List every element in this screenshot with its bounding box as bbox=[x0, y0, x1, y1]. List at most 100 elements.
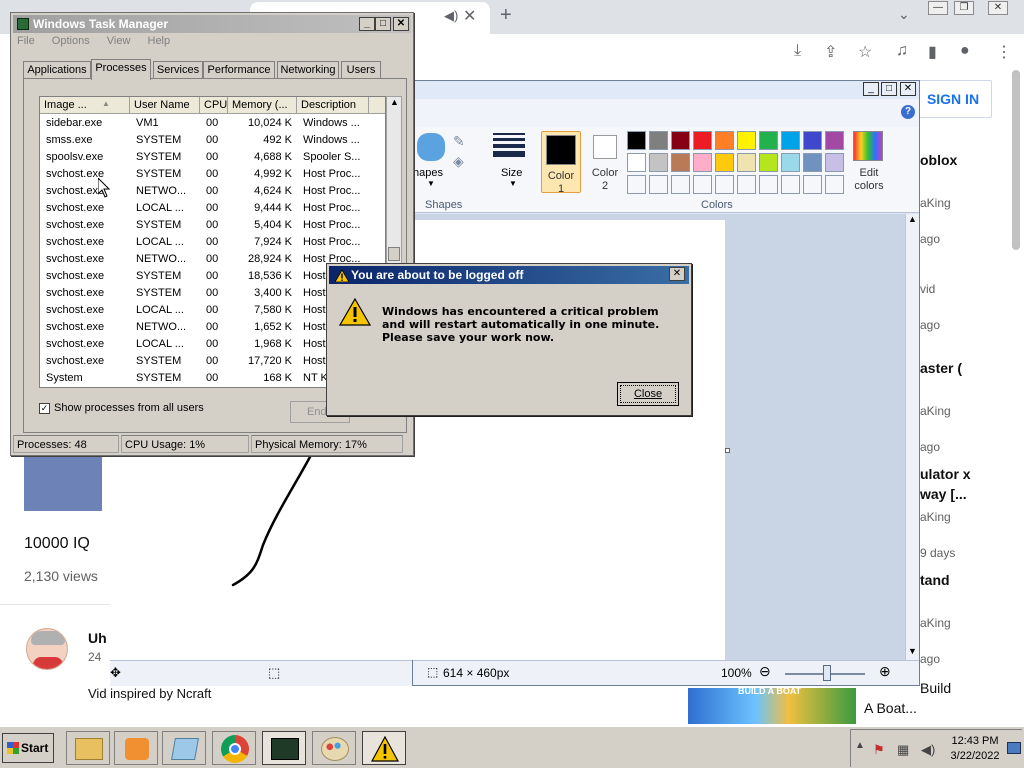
start-button[interactable]: Start bbox=[2, 733, 54, 763]
minimize-button[interactable]: _ bbox=[359, 17, 375, 31]
taskbar-warning[interactable] bbox=[362, 731, 406, 765]
tab-processes[interactable]: Processes bbox=[91, 59, 151, 80]
close-dialog-button[interactable]: Close bbox=[617, 382, 679, 406]
col-image[interactable]: Image ... bbox=[40, 97, 130, 114]
clock[interactable]: 12:43 PM 3/22/2022 bbox=[947, 734, 1003, 764]
col-description[interactable]: Description bbox=[297, 97, 369, 114]
task-manager-titlebar[interactable]: Windows Task Manager _ □ ✕ bbox=[13, 15, 411, 33]
color-swatch[interactable] bbox=[825, 131, 844, 150]
chevron-down-icon[interactable]: ⌄ bbox=[898, 6, 910, 23]
menu-help[interactable]: Help bbox=[148, 35, 171, 47]
taskbar-paint[interactable] bbox=[312, 731, 356, 765]
rec-title[interactable]: ulator x bbox=[920, 466, 971, 482]
zoom-out-icon[interactable]: ⊖ bbox=[759, 663, 771, 680]
zoom-in-icon[interactable]: ⊕ bbox=[879, 663, 891, 680]
color-swatch[interactable] bbox=[649, 131, 668, 150]
tab-performance[interactable]: Performance bbox=[203, 61, 275, 79]
show-all-checkbox[interactable]: ✓ bbox=[39, 403, 50, 414]
table-row[interactable]: svchost.exe NETWO... 00 4,624 K Host Proc... bbox=[40, 183, 385, 200]
network-icon[interactable]: ▦ bbox=[897, 742, 909, 758]
zoom-slider-thumb[interactable] bbox=[823, 665, 831, 681]
color-swatch[interactable] bbox=[803, 131, 822, 150]
taskbar-chrome[interactable] bbox=[212, 731, 256, 765]
color-swatch[interactable] bbox=[825, 153, 844, 172]
close-button[interactable]: ✕ bbox=[669, 267, 685, 281]
close-button[interactable]: ✕ bbox=[393, 17, 409, 31]
maximize-button[interactable]: □ bbox=[375, 17, 391, 31]
col-cpu[interactable]: CPU bbox=[200, 97, 228, 114]
table-row[interactable]: smss.exe SYSTEM 00 492 K Windows ... bbox=[40, 132, 385, 149]
avatar[interactable] bbox=[26, 628, 68, 670]
tab-networking[interactable]: Networking bbox=[277, 61, 339, 79]
color-swatch[interactable] bbox=[759, 175, 778, 194]
taskbar-notepad[interactable] bbox=[162, 731, 206, 765]
color-swatch[interactable] bbox=[781, 131, 800, 150]
table-row[interactable]: svchost.exe LOCAL ... 00 9,444 K Host Proc..… bbox=[40, 200, 385, 217]
show-desktop-icon[interactable] bbox=[1007, 742, 1021, 754]
action-center-icon[interactable]: ⚑ bbox=[873, 742, 885, 758]
col-user[interactable]: User Name bbox=[130, 97, 200, 114]
minimize-button[interactable]: _ bbox=[863, 82, 879, 96]
color-swatch[interactable] bbox=[649, 153, 668, 172]
table-row[interactable]: svchost.exe LOCAL ... 00 7,924 K Host Proc..… bbox=[40, 234, 385, 251]
close-button[interactable]: ✕ bbox=[988, 1, 1008, 15]
sidepanel-icon[interactable]: ▮ bbox=[928, 42, 937, 62]
color-swatch[interactable] bbox=[737, 131, 756, 150]
tab-applications[interactable]: Applications bbox=[23, 61, 91, 79]
table-row[interactable]: spoolsv.exe SYSTEM 00 4,688 K Spooler S... bbox=[40, 149, 385, 166]
color-swatch[interactable] bbox=[759, 153, 778, 172]
color-swatch[interactable] bbox=[693, 153, 712, 172]
media-icon[interactable]: ♫ bbox=[896, 42, 908, 60]
table-row[interactable]: svchost.exe SYSTEM 00 4,992 K Host Proc... bbox=[40, 166, 385, 183]
color2-swatch[interactable] bbox=[593, 135, 617, 159]
size-label[interactable]: Size bbox=[501, 167, 522, 179]
volume-icon[interactable]: ◀) bbox=[921, 742, 935, 758]
rec-title-line2[interactable]: way [... bbox=[920, 486, 967, 502]
maximize-button[interactable]: □ bbox=[881, 82, 897, 96]
shapes-icon[interactable] bbox=[417, 133, 445, 161]
color-swatch[interactable] bbox=[803, 153, 822, 172]
sign-in-button[interactable]: SIGN IN bbox=[914, 80, 992, 118]
show-hidden-icons[interactable]: ▲ bbox=[855, 740, 865, 751]
color-swatch[interactable] bbox=[627, 175, 646, 194]
menu-options[interactable]: Options bbox=[52, 35, 90, 47]
close-icon[interactable]: ✕ bbox=[463, 6, 476, 26]
table-row[interactable]: svchost.exe SYSTEM 00 5,404 K Host Proc... bbox=[40, 217, 385, 234]
color-swatch[interactable] bbox=[693, 175, 712, 194]
color-swatch[interactable] bbox=[737, 175, 756, 194]
edit-colors-label[interactable]: Edit colors bbox=[849, 167, 889, 193]
color-swatch[interactable] bbox=[649, 175, 668, 194]
pencil-icon[interactable]: ✎ bbox=[453, 133, 465, 150]
color1-button[interactable]: Color 1 bbox=[541, 131, 581, 195]
dialog-titlebar[interactable]: You are about to be logged off bbox=[329, 266, 689, 284]
taskbar-explorer[interactable] bbox=[66, 731, 110, 765]
menu-icon[interactable]: ⋮ bbox=[996, 42, 1012, 62]
scrollbar-thumb[interactable] bbox=[388, 247, 400, 261]
rec-title[interactable]: aster ( bbox=[920, 360, 962, 376]
color-swatch[interactable] bbox=[671, 131, 690, 150]
tab-services[interactable]: Services bbox=[153, 61, 203, 79]
color-swatch[interactable] bbox=[693, 131, 712, 150]
help-icon[interactable]: ? bbox=[901, 105, 915, 119]
scroll-down-icon[interactable]: ▼ bbox=[908, 646, 917, 656]
profile-icon[interactable]: ● bbox=[960, 42, 970, 60]
color-swatch[interactable] bbox=[715, 175, 734, 194]
color-swatch[interactable] bbox=[715, 153, 734, 172]
color-swatch[interactable] bbox=[737, 153, 756, 172]
install-icon[interactable]: ⤓ bbox=[794, 42, 801, 60]
rec-title[interactable]: tand bbox=[920, 572, 950, 588]
share-icon[interactable]: ⇪ bbox=[824, 42, 837, 62]
video-thumbnail[interactable] bbox=[24, 455, 102, 511]
table-row[interactable]: sidebar.exe VM1 00 10,024 K Windows ... bbox=[40, 115, 385, 132]
color-swatch[interactable] bbox=[715, 131, 734, 150]
fill-icon[interactable]: ◈ bbox=[453, 153, 464, 170]
col-memory[interactable]: Memory (... bbox=[228, 97, 297, 114]
color-swatch[interactable] bbox=[825, 175, 844, 194]
restore-button[interactable]: ❐ bbox=[954, 1, 974, 15]
new-tab-icon[interactable]: + bbox=[500, 4, 512, 27]
canvas-resize-handle[interactable] bbox=[725, 448, 730, 453]
paint-scrollbar[interactable]: ▲ ▼ bbox=[905, 214, 919, 660]
browser-scrollbar[interactable] bbox=[1012, 70, 1020, 250]
rec-title[interactable]: oblox bbox=[920, 152, 957, 168]
color-swatch[interactable] bbox=[803, 175, 822, 194]
